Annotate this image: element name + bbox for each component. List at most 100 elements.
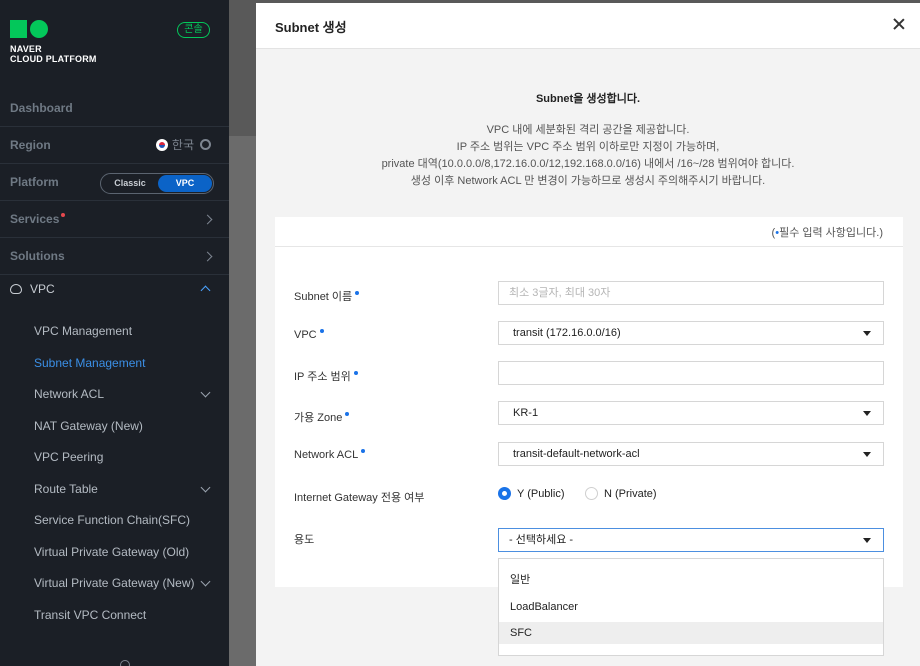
- vpg-new-chevron-wrap: [200, 576, 211, 590]
- sidebar-item-dashboard[interactable]: Dashboard: [0, 90, 229, 127]
- naver-cloud-logo[interactable]: NAVER CLOUD PLATFORM: [10, 20, 97, 64]
- radio-unchecked-icon: [585, 487, 598, 500]
- sidebar-item-services[interactable]: Services: [0, 201, 229, 238]
- sidebar-item-vpg-old[interactable]: Virtual Private Gateway (Old): [34, 545, 229, 559]
- modal-header: Subnet 생성: [256, 3, 920, 49]
- region-label: Region: [10, 138, 51, 152]
- network-acl-chevron-wrap: [200, 387, 211, 401]
- divider: [275, 246, 903, 247]
- chevron-down-icon: [200, 576, 211, 587]
- chevron-right-icon: [202, 214, 213, 225]
- platform-classic-option[interactable]: Classic: [101, 174, 159, 193]
- subnet-name-input[interactable]: 최소 3글자, 최대 30자: [498, 281, 884, 305]
- platform-toggle[interactable]: Classic VPC: [100, 173, 214, 194]
- chevron-down-icon: [200, 482, 211, 493]
- services-label: Services: [10, 212, 60, 226]
- required-note-text: 필수 입력 사항입니다.): [779, 227, 883, 239]
- sidebar-vpc-header[interactable]: VPC: [0, 276, 229, 303]
- vpc-chevron-wrap: [200, 276, 211, 303]
- required-dot-icon: [353, 371, 358, 375]
- ip-range-label: IP 주소 범위: [294, 368, 358, 384]
- required-dot-icon: [355, 291, 360, 295]
- network-acl-label: Network ACL: [34, 387, 105, 401]
- chevron-down-icon: [200, 387, 211, 398]
- subnet-name-label: Subnet 이름: [294, 288, 360, 304]
- chevron-up-icon: [200, 285, 211, 296]
- solutions-chevron-wrap: [202, 238, 213, 275]
- route-table-label: Route Table: [34, 482, 98, 496]
- logo-mark: [10, 20, 97, 38]
- console-badge[interactable]: 콘솔: [177, 22, 210, 38]
- services-chevron-wrap: [202, 201, 213, 238]
- intro-title: Subnet을 생성합니다.: [535, 93, 641, 105]
- collapse-icon[interactable]: [120, 660, 130, 666]
- required-dot-icon: [319, 329, 324, 333]
- network-acl-select[interactable]: transit-default-network-acl: [498, 442, 884, 466]
- logo-text-line1: NAVER: [10, 44, 42, 54]
- intro-line: 생성 이후 Network ACL 만 변경이 가능하므로 생성시 주의해주시기…: [410, 175, 766, 187]
- zone-label: 가용 Zone: [294, 409, 350, 425]
- usage-select[interactable]: - 선택하세요 -: [498, 528, 884, 552]
- network-acl-label: Network ACL: [294, 449, 366, 461]
- vpg-new-label: Virtual Private Gateway (New): [34, 576, 195, 590]
- required-dot-icon: [345, 412, 350, 416]
- logo-text-line2: CLOUD PLATFORM: [10, 54, 97, 64]
- region-value: 한국: [171, 138, 194, 152]
- network-acl-label-text: Network ACL: [294, 449, 359, 461]
- network-acl-select-value: transit-default-network-acl: [513, 448, 640, 460]
- zone-select[interactable]: KR-1: [498, 401, 884, 425]
- logo-circle: [30, 20, 48, 38]
- usage-option-general[interactable]: 일반: [499, 569, 883, 591]
- ip-range-label-text: IP 주소 범위: [294, 371, 351, 383]
- dropdown-caret-icon: [863, 452, 871, 457]
- sidebar-item-vpc-peering[interactable]: VPC Peering: [34, 450, 229, 464]
- gear-icon[interactable]: [200, 139, 211, 150]
- usage-dropdown-list: 일반 LoadBalancer SFC: [498, 558, 884, 656]
- sidebar-item-solutions[interactable]: Solutions: [0, 238, 229, 275]
- vpc-icon: [10, 284, 22, 294]
- zone-label-text: 가용 Zone: [294, 412, 343, 424]
- vpc-label: VPC: [294, 329, 324, 341]
- sidebar-item-vpc-management[interactable]: VPC Management: [34, 324, 229, 338]
- dropdown-caret-icon: [863, 538, 871, 543]
- intro-line: VPC 내에 세분화된 격리 공간을 제공합니다.: [486, 124, 690, 136]
- igw-no-label: N (Private): [604, 487, 657, 500]
- usage-option-sfc[interactable]: SFC: [499, 622, 883, 644]
- required-note: (•필수 입력 사항입니다.): [772, 224, 883, 240]
- ip-range-input[interactable]: [498, 361, 884, 385]
- dropdown-caret-icon: [863, 331, 871, 336]
- sidebar-item-route-table[interactable]: Route Table: [34, 482, 229, 496]
- chevron-right-icon: [202, 251, 213, 262]
- usage-option-loadbalancer[interactable]: LoadBalancer: [499, 596, 883, 618]
- subnet-name-label-text: Subnet 이름: [294, 291, 353, 303]
- sidebar-item-transit-vpc-connect[interactable]: Transit VPC Connect: [34, 608, 229, 622]
- igw-no-radio[interactable]: N (Private): [585, 487, 657, 500]
- igw-yes-radio[interactable]: Y (Public): [498, 487, 564, 500]
- required-dot-icon: [361, 449, 366, 453]
- sidebar-item-nat-gateway[interactable]: NAT Gateway (New): [34, 419, 229, 433]
- solutions-label: Solutions: [10, 249, 65, 263]
- platform-label: Platform: [10, 175, 59, 189]
- vpc-header-label: VPC: [30, 282, 55, 296]
- sidebar-item-region: Region 한국: [0, 127, 229, 164]
- dashboard-label: Dashboard: [10, 101, 73, 115]
- usage-select-value: - 선택하세요 -: [509, 534, 574, 546]
- close-icon[interactable]: [892, 17, 906, 31]
- sidebar-item-sfc[interactable]: Service Function Chain(SFC): [34, 513, 229, 527]
- igw-yes-label: Y (Public): [517, 487, 565, 500]
- form-card: (•필수 입력 사항입니다.) Subnet 이름 최소 3글자, 최대 30자…: [275, 217, 903, 587]
- sidebar-item-vpg-new[interactable]: Virtual Private Gateway (New): [34, 576, 229, 590]
- region-selector[interactable]: 한국: [155, 127, 211, 164]
- vpc-select-value: transit (172.16.0.0/16): [513, 327, 621, 339]
- usage-label: 용도: [294, 534, 315, 546]
- logo-text: NAVER CLOUD PLATFORM: [10, 44, 97, 64]
- korea-flag-icon: [155, 139, 168, 151]
- radio-checked-icon: [498, 487, 511, 500]
- vpc-select[interactable]: transit (172.16.0.0/16): [498, 321, 884, 345]
- sidebar-item-subnet-management[interactable]: Subnet Management: [34, 356, 229, 370]
- intro-line: IP 주소 범위는 VPC 주소 범위 이하로만 지정이 가능하며,: [456, 141, 720, 153]
- platform-vpc-option[interactable]: VPC: [158, 175, 212, 192]
- sidebar-item-network-acl[interactable]: Network ACL: [34, 387, 229, 401]
- dropdown-caret-icon: [863, 411, 871, 416]
- route-table-chevron-wrap: [200, 482, 211, 496]
